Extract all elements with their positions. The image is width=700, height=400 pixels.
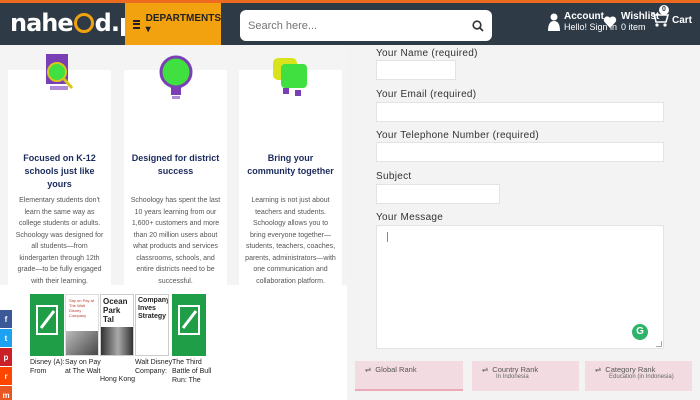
grammarly-icon[interactable]: G — [632, 324, 648, 340]
feature-title: Bring your community together — [247, 153, 334, 176]
resize-handle[interactable] — [656, 341, 662, 347]
menu-icon — [133, 19, 140, 29]
feature-title: Focused on K-12 schools just like yours — [23, 153, 96, 189]
book-cover[interactable]: Ocean Park Tal — [100, 294, 134, 356]
rank-subtitle: In Indonesia — [496, 374, 529, 380]
book-caption[interactable]: Say on Pay at The Walt — [65, 358, 105, 376]
rank-title: Category Rank — [605, 365, 656, 374]
cart-count-badge: 0 — [659, 5, 669, 15]
message-textarea[interactable]: G — [376, 225, 664, 349]
lightbulb-icon — [159, 55, 192, 99]
user-icon — [548, 13, 560, 31]
email-field[interactable] — [376, 102, 664, 122]
phone-label: Your Telephone Number (required) — [376, 130, 540, 141]
search-icon — [472, 19, 484, 32]
reddit-icon[interactable]: r — [0, 367, 12, 385]
search-input[interactable] — [240, 10, 464, 41]
book-cover-text: Say on Pay at The Walt Disney Company — [69, 298, 94, 318]
cart-link[interactable]: 0 Cart — [650, 5, 693, 32]
book-cover[interactable] — [172, 294, 206, 356]
country-rank-tab[interactable]: ⇌ Country Rank In Indonesia — [472, 361, 579, 391]
name-field[interactable] — [376, 60, 456, 80]
feature-section: Focused on K-12 schools just like yours … — [0, 45, 347, 315]
rank-subtitle: Education (in Indonesia) — [609, 374, 674, 380]
feature-description: Elementary students don't learn the same… — [15, 197, 104, 285]
feature-card-k12: Focused on K-12 schools just like yours … — [8, 54, 111, 315]
email-label: Your Email (required) — [376, 89, 477, 100]
magnifier-icon — [45, 54, 73, 90]
book-caption[interactable]: Hong Kong — [100, 375, 140, 384]
subject-field[interactable] — [376, 184, 500, 204]
cart-label: Cart — [672, 15, 693, 26]
search-button[interactable] — [464, 10, 492, 41]
book-cover[interactable]: Say on Pay at The Walt Disney Company — [65, 294, 99, 356]
rank-title: Global Rank — [375, 365, 417, 374]
feature-card-district: Designed for district success Schoology … — [124, 55, 227, 315]
book-caption[interactable]: The Third Battle of Bull Run: The — [172, 358, 212, 385]
logo-text-left: nahe — [10, 9, 74, 37]
book-cover-text: Company Inves Strategy — [138, 297, 169, 320]
book-carousel: Disney (A): From Say on Pay at The Walt … — [0, 288, 347, 400]
departments-button[interactable]: DEPARTMENTS ▾ — [125, 3, 221, 45]
book-cover[interactable] — [30, 294, 64, 356]
facebook-icon[interactable]: f — [0, 310, 12, 328]
feature-description: Learning is not just about teachers and … — [245, 197, 336, 285]
rank-icon: ⇌ — [482, 365, 489, 374]
phone-field[interactable] — [376, 142, 664, 162]
twitter-icon[interactable]: t — [0, 329, 12, 347]
message-label: Your Message — [376, 212, 444, 223]
book-cover[interactable]: Company Inves Strategy — [135, 294, 169, 356]
book-pencil-icon — [36, 305, 58, 335]
departments-label: DEPARTMENTS ▾ — [145, 13, 221, 35]
left-content: Focused on K-12 schools just like yours … — [0, 45, 347, 400]
chat-bubbles-icon — [272, 58, 307, 96]
feature-description: Schoology has spent the last 10 years le… — [130, 197, 221, 285]
rank-icon: ⇌ — [365, 365, 372, 374]
text-caret — [387, 232, 388, 242]
mix-icon[interactable]: m — [0, 386, 12, 400]
heart-icon — [603, 15, 617, 28]
feature-title: Designed for district success — [131, 153, 220, 176]
book-cover-text: Ocean Park Tal — [103, 297, 128, 324]
book-caption[interactable]: Walt Disney Company: — [135, 358, 175, 376]
contact-form: Your Name (required) Your Email (require… — [355, 45, 700, 400]
subject-label: Subject — [376, 171, 412, 182]
rank-title: Country Rank — [492, 365, 539, 374]
book-pencil-icon — [178, 305, 200, 335]
feature-card-community: Bring your community together Learning i… — [239, 58, 342, 315]
logo-lock-icon — [73, 13, 94, 33]
category-rank-tab[interactable]: ⇌ Category Rank Education (in Indonesia) — [585, 361, 692, 391]
name-label: Your Name (required) — [376, 48, 478, 59]
rank-icon: ⇌ — [595, 365, 602, 374]
search-bar — [240, 10, 492, 41]
global-rank-tab[interactable]: ⇌ Global Rank — [355, 361, 463, 391]
book-caption[interactable]: Disney (A): From — [30, 358, 70, 376]
pinterest-icon[interactable]: p — [0, 348, 12, 366]
site-header: nahed.pk DEPARTMENTS ▾ Account Hello! Si… — [0, 0, 700, 45]
